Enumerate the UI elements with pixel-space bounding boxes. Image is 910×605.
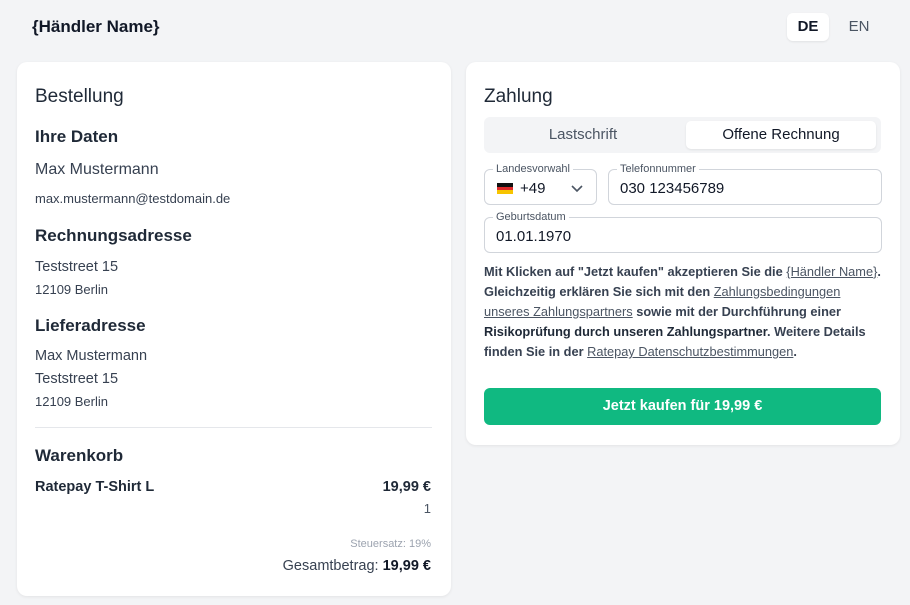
- chevron-down-icon: [571, 185, 583, 193]
- consent-text-1: Mit Klicken auf "Jetzt kaufen" akzeptier…: [484, 264, 787, 279]
- billing-heading: Rechnungsadresse: [35, 226, 192, 245]
- total-value: 19,99 €: [382, 558, 431, 574]
- payment-card: Zahlung Lastschrift Offene Rechnung Land…: [466, 62, 900, 445]
- order-title: Bestellung: [35, 86, 124, 107]
- shipping-street: Teststreet 15: [35, 371, 119, 387]
- total-label: Gesamtbetrag:: [282, 558, 379, 574]
- payment-title: Zahlung: [484, 86, 553, 107]
- tab-lastschrift[interactable]: Lastschrift: [488, 121, 678, 149]
- cart-item-quantity: 1: [423, 501, 431, 516]
- customer-email: max.mustermann@testdomain.de: [35, 191, 231, 206]
- consent-text-5: .: [793, 344, 797, 359]
- shipping-city: 12109 Berlin: [35, 394, 108, 409]
- shipping-heading: Lieferadresse: [35, 316, 146, 335]
- de-flag-icon: [497, 183, 513, 194]
- phone-field[interactable]: Telefonnummer 030 123456789: [608, 163, 882, 205]
- payment-method-tabs: Lastschrift Offene Rechnung: [484, 117, 881, 153]
- your-data-heading: Ihre Daten: [35, 127, 119, 146]
- privacy-link[interactable]: Ratepay Datenschutzbestimmungen: [587, 344, 793, 359]
- country-code-label: Landesvorwahl: [493, 163, 573, 175]
- phone-label: Telefonnummer: [617, 163, 699, 175]
- billing-street: Teststreet 15: [35, 259, 119, 275]
- header: {Händler Name} DE EN: [0, 0, 910, 56]
- phone-value: 030 123456789: [620, 180, 725, 197]
- merchant-name: {Händler Name}: [32, 17, 160, 36]
- divider: [35, 427, 432, 428]
- buy-now-button[interactable]: Jetzt kaufen für 19,99 €: [484, 388, 881, 425]
- consent-text-3: sowie mit der Durchführung einer: [632, 304, 842, 319]
- cart-heading: Warenkorb: [35, 446, 124, 465]
- birthdate-label: Geburtsdatum: [493, 211, 569, 223]
- cart-item-price: 19,99 €: [382, 479, 431, 495]
- consent-bold: Risikoprüfung durch unseren Zahlungspart…: [484, 324, 767, 339]
- tax-rate: Steuersatz: 19%: [350, 538, 431, 550]
- country-code-select[interactable]: Landesvorwahl +49: [484, 163, 597, 205]
- total-amount: Gesamtbetrag: 19,99 €: [283, 558, 431, 574]
- shipping-name: Max Mustermann: [35, 348, 148, 364]
- tab-offene-rechnung[interactable]: Offene Rechnung: [686, 121, 876, 149]
- language-en-button[interactable]: EN: [838, 13, 880, 41]
- birthdate-value: 01.01.1970: [496, 228, 572, 245]
- country-code-value: +49: [520, 180, 546, 197]
- consent-text: Mit Klicken auf "Jetzt kaufen" akzeptier…: [484, 262, 882, 362]
- order-card: Bestellung Ihre Daten Max Mustermann max…: [17, 62, 451, 596]
- language-de-button[interactable]: DE: [787, 13, 829, 41]
- customer-name: Max Mustermann: [35, 161, 159, 178]
- merchant-terms-link[interactable]: {Händler Name}: [786, 264, 877, 279]
- billing-city: 12109 Berlin: [35, 282, 108, 297]
- cart-item-name: Ratepay T-Shirt L: [35, 479, 155, 495]
- birthdate-field[interactable]: Geburtsdatum 01.01.1970: [484, 211, 882, 253]
